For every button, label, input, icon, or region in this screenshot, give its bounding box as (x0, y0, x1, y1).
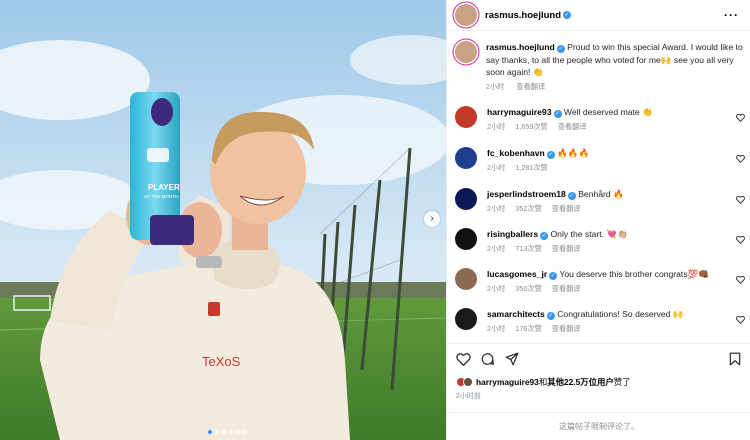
verified-icon: ✓ (549, 272, 558, 280)
post-header: rasmus.hoejlund ✓ ··· (447, 0, 750, 31)
translate-link[interactable]: 查看翻译 (558, 122, 587, 131)
verified-icon: ✓ (553, 110, 562, 118)
likes-summary: harrymaguire93和其他22.5万位用户赞了 (456, 376, 631, 388)
comment-row: risingballers ✓ Only the start. 💘👏🏼 2小时 713… (455, 228, 750, 254)
comment-row: fc_kobenhavn ✓ 🔥🔥🔥 2小时 1,281次赞 (455, 147, 750, 173)
comment-time: 2小时 (487, 121, 506, 131)
comment-author[interactable]: risingballers (487, 229, 538, 239)
post-author[interactable]: rasmus.hoejlund (485, 10, 561, 21)
trophy-text-2: OF THE MONTH (144, 194, 178, 199)
translate-link[interactable]: 查看翻译 (552, 324, 581, 333)
carousel-dot (222, 430, 226, 434)
comment-text: Only the start. 💘👏🏼 (550, 229, 628, 239)
translate-link[interactable]: 查看翻译 (516, 82, 545, 91)
post-caption: rasmus.hoejlund ✓ Proud to win this speci… (455, 41, 745, 92)
verified-icon: ✓ (546, 312, 555, 320)
comment-likes[interactable]: 1,281次赞 (515, 163, 547, 172)
avatar[interactable] (455, 188, 477, 210)
comment-author[interactable]: lucasgomes_jr (487, 269, 547, 279)
likes-user[interactable]: harrymaguire93 (476, 377, 539, 387)
post-panel: rasmus.hoejlund ✓ ··· rasmus.hoejlund ✓ P… (446, 0, 750, 440)
comment-likes[interactable]: 713次赞 (515, 244, 541, 253)
translate-link[interactable]: 查看翻译 (552, 284, 581, 293)
heart-icon[interactable] (736, 154, 745, 163)
heart-icon[interactable] (456, 352, 471, 366)
verified-icon: ✓ (556, 45, 565, 53)
caption-time: 2小时 (486, 81, 505, 91)
comment-time: 2小时 (487, 243, 506, 253)
post-timestamp: 2小时前 (456, 393, 481, 400)
chevron-right-icon[interactable]: › (424, 211, 440, 227)
verified-icon: ✓ (567, 192, 576, 200)
comment-text: Congratulations! So deserved 🙌 (557, 309, 684, 319)
comment-likes[interactable]: 352次赞 (515, 204, 541, 213)
more-icon[interactable]: ··· (724, 8, 739, 22)
shirt-sponsor: TeXoS (202, 354, 241, 369)
carousel-dot (229, 430, 233, 434)
avatar[interactable] (455, 308, 477, 330)
avatar[interactable] (455, 268, 477, 290)
avatar[interactable] (455, 4, 477, 26)
comment-author[interactable]: harrymaguire93 (487, 107, 552, 117)
share-icon[interactable] (505, 352, 519, 366)
bookmark-icon[interactable] (729, 352, 741, 366)
avatar (463, 377, 473, 387)
carousel-dot (215, 430, 219, 434)
comment-row: jesperlindstroem18 ✓ Benhård 🔥 2小时 352次赞 查看翻… (455, 188, 750, 214)
post-image: PLAYER OF THE MONTH TeXoS (0, 0, 446, 440)
caption-author[interactable]: rasmus.hoejlund (486, 42, 555, 52)
heart-icon[interactable] (736, 113, 745, 122)
post-photo: PLAYER OF THE MONTH TeXoS › (0, 0, 446, 440)
comment-time: 2小时 (487, 203, 506, 213)
action-bar (447, 343, 750, 375)
carousel-dot (208, 430, 212, 434)
comment-time: 2小时 (487, 323, 506, 333)
comment-time: 2小时 (487, 283, 506, 293)
likes-suffix: 赞了 (613, 377, 631, 387)
comment-text: Benhård 🔥 (578, 189, 624, 199)
carousel-dot (243, 430, 247, 434)
comment-text: You deserve this brother congrats💯👊🏾 (559, 269, 710, 279)
comment-likes[interactable]: 176次赞 (515, 324, 541, 333)
comments-restricted-notice: 这篇帖子限制评论了。 (447, 412, 750, 440)
comment-row: harrymaguire93 ✓ Well deserved mate 👏 2小时 1… (455, 106, 750, 132)
avatar[interactable] (455, 228, 477, 250)
comment-text: Well deserved mate 👏 (563, 107, 653, 117)
comment-author[interactable]: samarchitects (487, 309, 545, 319)
comment-likes[interactable]: 1,659次赞 (515, 122, 547, 131)
avatar[interactable] (455, 41, 477, 63)
avatar[interactable] (455, 106, 477, 128)
heart-icon[interactable] (736, 195, 745, 204)
comment-likes[interactable]: 350次赞 (515, 284, 541, 293)
comment-text: 🔥🔥🔥 (557, 148, 590, 158)
comment-author[interactable]: fc_kobenhavn (487, 148, 545, 158)
trophy-text-1: PLAYER (148, 183, 180, 192)
heart-icon[interactable] (736, 235, 745, 244)
comment-icon[interactable] (480, 352, 495, 366)
verified-icon: ✓ (540, 232, 549, 240)
comment-time: 2小时 (487, 162, 506, 172)
comment-row: lucasgomes_jr ✓ You deserve this brother … (455, 268, 750, 294)
comment-author[interactable]: jesperlindstroem18 (487, 189, 566, 199)
carousel-dots (208, 430, 247, 434)
heart-icon[interactable] (736, 315, 745, 324)
translate-link[interactable]: 查看翻译 (552, 204, 581, 213)
heart-icon[interactable] (736, 275, 745, 284)
avatar[interactable] (455, 147, 477, 169)
likes-others[interactable]: 其他22.5万位用户 (547, 377, 614, 387)
verified-icon: ✓ (546, 151, 555, 159)
likes-connector: 和 (538, 377, 548, 387)
carousel-dot (236, 430, 240, 434)
verified-icon: ✓ (563, 11, 572, 19)
translate-link[interactable]: 查看翻译 (552, 244, 581, 253)
comment-row: samarchitects ✓ Congratulations! So deser… (455, 308, 750, 334)
